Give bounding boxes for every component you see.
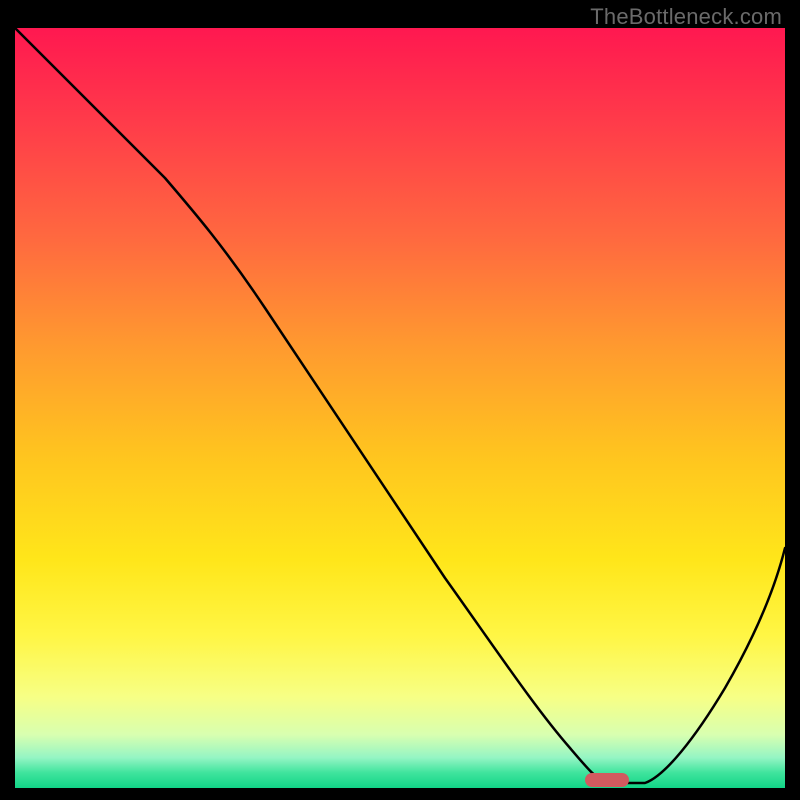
chart-area	[15, 28, 785, 788]
bottleneck-curve	[15, 28, 785, 788]
optimal-marker	[585, 773, 629, 787]
watermark-text: TheBottleneck.com	[590, 4, 782, 30]
curve-path	[15, 28, 785, 783]
